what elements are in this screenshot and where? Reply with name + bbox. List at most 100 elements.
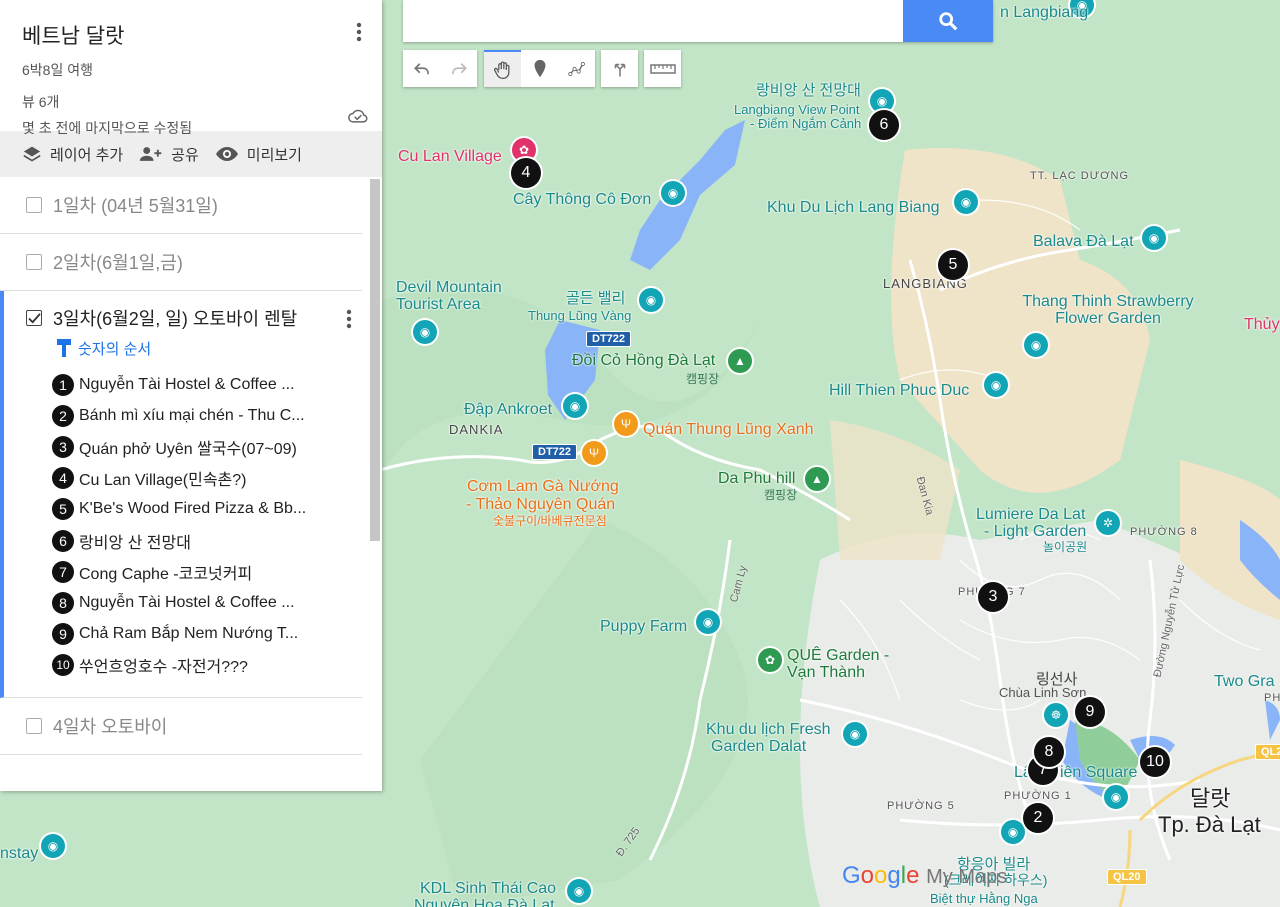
camera-icon[interactable]: ◉ — [41, 834, 65, 858]
layer-checkbox[interactable] — [26, 254, 42, 270]
search-input[interactable] — [403, 0, 907, 42]
layer-header[interactable]: 2일차(6월1일,금) — [0, 234, 362, 290]
map-description[interactable]: 6박8일 여행 — [22, 60, 360, 80]
preview-button[interactable]: 미리보기 — [215, 144, 302, 165]
item-label: Quán phở Uyên 쌀국수(07~09) — [79, 440, 297, 458]
draw-line-button[interactable] — [558, 50, 595, 87]
layer-checkbox[interactable] — [26, 197, 42, 213]
item-label: Cong Caphe -코코넛커피 — [79, 565, 253, 583]
hand-icon — [493, 61, 509, 79]
camera-icon[interactable]: ◉ — [843, 722, 867, 746]
camera-icon[interactable]: ◉ — [567, 879, 591, 903]
camera-icon[interactable]: ◉ — [1001, 820, 1025, 844]
more-vert-icon — [346, 309, 352, 329]
layer-checkbox-checked[interactable] — [26, 310, 42, 326]
list-item[interactable]: 5 K'Be's Wood Fired Pizza & Bb... — [4, 494, 362, 525]
layer-title[interactable]: 2일차(6월1일,금) — [53, 249, 183, 275]
camera-icon[interactable]: ◉ — [413, 320, 437, 344]
search-button[interactable] — [903, 0, 993, 42]
map-label: Garden Dalat — [711, 738, 807, 755]
camera-icon[interactable]: ◉ — [696, 610, 720, 634]
layer: 1일차 (04년 5월31일) — [0, 177, 362, 234]
map-label: 골든 밸리 — [566, 290, 626, 307]
item-number: 3 — [52, 435, 74, 458]
layer-options-button[interactable] — [346, 309, 352, 334]
route-marker-8[interactable]: 8 — [1034, 737, 1064, 767]
item-label: Chả Ram Bắp Nem Nướng T... — [79, 625, 299, 643]
share-button[interactable]: 공유 — [139, 144, 199, 165]
layer-header[interactable]: 4일차 오토바이 — [0, 698, 362, 754]
list-item[interactable]: 3 Quán phở Uyên 쌀국수(07~09) — [4, 431, 362, 462]
route-marker-6[interactable]: 6 — [869, 110, 899, 140]
scrollbar[interactable] — [370, 179, 380, 541]
camera-icon[interactable]: ◉ — [661, 181, 685, 205]
map-label: Chùa Linh Sơn — [999, 685, 1087, 700]
camera-icon[interactable]: ◉ — [1104, 785, 1128, 809]
route-marker-2[interactable]: 2 — [1023, 803, 1053, 833]
add-directions-button[interactable] — [601, 50, 638, 87]
camera-icon[interactable]: ◉ — [1024, 333, 1048, 357]
temple-icon[interactable]: ☸ — [1044, 703, 1068, 727]
map-label: Đồi Cỏ Hồng Đà Lạt — [572, 352, 716, 369]
layer-style-link[interactable]: 숫자의 순서 — [4, 337, 362, 359]
road-shield: DT722 — [586, 331, 632, 347]
layer-header[interactable]: 1일차 (04년 5월31일) — [0, 177, 362, 233]
route-marker-3[interactable]: 3 — [978, 582, 1008, 612]
drawing-tools — [484, 50, 595, 87]
camera-icon[interactable]: ◉ — [984, 373, 1008, 397]
camera-icon[interactable]: ◉ — [954, 190, 978, 214]
route-marker-5[interactable]: 5 — [938, 250, 968, 280]
list-item[interactable]: 7 Cong Caphe -코코넛커피 — [4, 556, 362, 587]
restaurant-icon[interactable]: Ψ — [614, 412, 638, 436]
map-options-button[interactable] — [356, 22, 362, 47]
map-label: PHƯỜNG 5 — [887, 800, 955, 812]
route-marker-9[interactable]: 9 — [1075, 697, 1105, 727]
measure-button[interactable] — [644, 50, 681, 87]
item-label: K'Be's Wood Fired Pizza & Bb... — [79, 500, 307, 518]
restaurant-icon[interactable]: Ψ — [582, 441, 606, 465]
redo-button[interactable] — [440, 50, 477, 87]
item-number: 7 — [52, 560, 74, 583]
campsite-icon[interactable]: ▲ — [805, 467, 829, 491]
layer-checkbox[interactable] — [26, 717, 42, 734]
map-label: 랑비앙 산 전망대 — [756, 82, 861, 99]
undo-icon — [413, 62, 429, 74]
list-item[interactable]: 4 Cu Lan Village(민속촌?) — [4, 463, 362, 494]
add-layer-button[interactable]: 레이어 추가 — [22, 144, 123, 165]
map-title[interactable]: 베트남 달랏 — [22, 20, 360, 50]
garden-icon[interactable]: ✿ — [758, 648, 782, 672]
layer-title[interactable]: 3일차(6월2일, 일) 오토바이 렌탈 — [53, 305, 297, 331]
map-label: n Langbiang — [1000, 4, 1089, 21]
list-item[interactable]: 8 Nguyễn Tài Hostel & Coffee ... — [4, 587, 362, 618]
list-item[interactable]: 2 Bánh mì xíu mại chén - Thu C... — [4, 400, 362, 431]
list-item[interactable]: 6 랑비앙 산 전망대 — [4, 525, 362, 556]
route-marker-4[interactable]: 4 — [511, 158, 541, 188]
map-label: 캠핑장 — [686, 372, 720, 386]
google-my-maps-logo: Google My Maps — [842, 862, 1008, 889]
camera-icon[interactable]: ◉ — [1142, 226, 1166, 250]
map-label: Vạn Thành — [787, 664, 865, 681]
add-marker-button[interactable] — [521, 50, 558, 87]
map-label: Da Phu hill — [718, 470, 796, 487]
undo-button[interactable] — [403, 50, 440, 87]
camera-icon[interactable]: ◉ — [563, 394, 587, 418]
cloud-saved-icon — [348, 108, 368, 129]
camera-icon[interactable]: ◉ — [639, 288, 663, 312]
amusement-park-icon[interactable]: ✲ — [1096, 511, 1120, 535]
item-number: 5 — [52, 498, 74, 521]
layer: 2일차(6월1일,금) — [0, 234, 362, 291]
campsite-icon[interactable]: ▲ — [728, 349, 752, 373]
check-icon — [27, 312, 41, 324]
list-item[interactable]: 9 Chả Ram Bắp Nem Nướng T... — [4, 619, 362, 650]
list-item[interactable]: 1 Nguyễn Tài Hostel & Coffee ... — [4, 369, 362, 400]
item-label: Nguyễn Tài Hostel & Coffee ... — [79, 375, 295, 393]
map-label: Puppy Farm — [600, 618, 688, 635]
route-marker-10[interactable]: 10 — [1140, 747, 1170, 777]
layer-title[interactable]: 4일차 오토바이 — [53, 713, 167, 739]
pan-tool-button[interactable] — [484, 50, 521, 87]
list-item[interactable]: 10 쑤언흐엉호수 -자전거??? — [4, 650, 362, 681]
item-number: 8 — [52, 591, 74, 614]
layer-title[interactable]: 1일차 (04년 5월31일) — [53, 192, 218, 218]
item-label: Nguyễn Tài Hostel & Coffee ... — [79, 593, 295, 611]
add-person-icon — [140, 147, 162, 161]
